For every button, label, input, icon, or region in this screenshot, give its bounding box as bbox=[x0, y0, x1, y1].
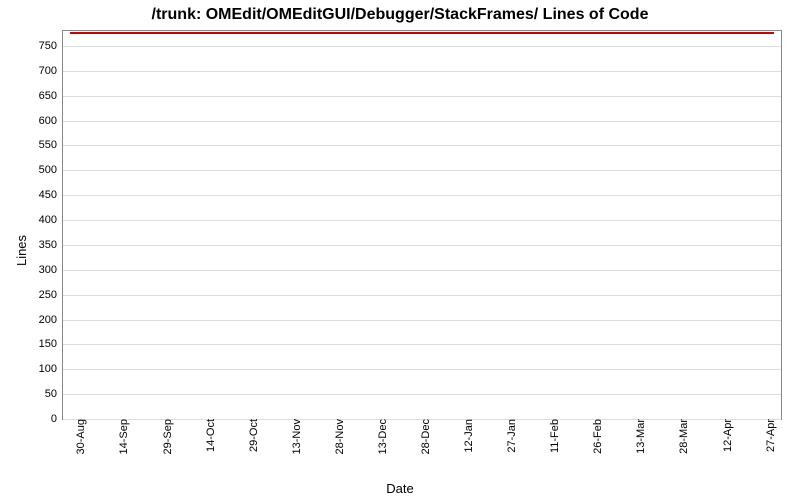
x-tick-label: 13-Dec bbox=[375, 419, 389, 454]
plot-area: 0501001502002503003504004505005506006507… bbox=[62, 30, 782, 420]
gridline bbox=[63, 220, 781, 221]
x-tick-label: 29-Oct bbox=[246, 419, 260, 452]
y-tick-label: 600 bbox=[39, 115, 63, 127]
x-tick-label: 11-Feb bbox=[547, 419, 561, 453]
gridline bbox=[63, 145, 781, 146]
gridline bbox=[63, 170, 781, 171]
chart-title: /trunk: OMEdit/OMEditGUI/Debugger/StackF… bbox=[0, 6, 800, 24]
y-tick-label: 200 bbox=[39, 314, 63, 326]
gridline bbox=[63, 245, 781, 246]
y-tick-label: 450 bbox=[39, 189, 63, 201]
y-tick-label: 400 bbox=[39, 214, 63, 226]
y-tick-label: 300 bbox=[39, 264, 63, 276]
gridline bbox=[63, 394, 781, 395]
loc-chart: /trunk: OMEdit/OMEditGUI/Debugger/StackF… bbox=[0, 0, 800, 500]
x-axis-label: Date bbox=[0, 481, 800, 496]
y-tick-label: 50 bbox=[45, 388, 63, 400]
x-tick-label: 27-Apr bbox=[763, 419, 777, 452]
y-tick-label: 500 bbox=[39, 164, 63, 176]
gridline bbox=[63, 344, 781, 345]
x-tick-label: 12-Jan bbox=[461, 419, 475, 453]
x-tick-label: 28-Nov bbox=[332, 419, 346, 454]
gridline bbox=[63, 195, 781, 196]
y-tick-label: 700 bbox=[39, 65, 63, 77]
series-line bbox=[70, 32, 774, 34]
y-tick-label: 0 bbox=[51, 413, 63, 425]
gridline bbox=[63, 46, 781, 47]
gridline bbox=[63, 369, 781, 370]
y-tick-label: 650 bbox=[39, 90, 63, 102]
y-axis-label: Lines bbox=[6, 0, 37, 500]
x-tick-label: 14-Sep bbox=[116, 419, 130, 454]
x-tick-label: 28-Dec bbox=[418, 419, 432, 454]
y-tick-label: 150 bbox=[39, 338, 63, 350]
y-tick-label: 750 bbox=[39, 40, 63, 52]
gridline bbox=[63, 121, 781, 122]
x-tick-label: 27-Jan bbox=[504, 419, 518, 453]
x-tick-label: 12-Apr bbox=[720, 419, 734, 452]
gridline bbox=[63, 270, 781, 271]
gridline bbox=[63, 295, 781, 296]
x-tick-label: 26-Feb bbox=[590, 419, 604, 454]
gridline bbox=[63, 96, 781, 97]
x-tick-label: 28-Mar bbox=[676, 419, 690, 454]
gridline bbox=[63, 71, 781, 72]
y-tick-label: 250 bbox=[39, 289, 63, 301]
x-tick-label: 30-Aug bbox=[73, 419, 87, 454]
gridline bbox=[63, 320, 781, 321]
y-tick-label: 350 bbox=[39, 239, 63, 251]
x-tick-label: 13-Nov bbox=[289, 419, 303, 454]
y-tick-label: 100 bbox=[39, 363, 63, 375]
x-tick-label: 14-Oct bbox=[203, 419, 217, 452]
y-tick-label: 550 bbox=[39, 139, 63, 151]
x-tick-label: 29-Sep bbox=[160, 419, 174, 454]
x-tick-label: 13-Mar bbox=[633, 419, 647, 454]
